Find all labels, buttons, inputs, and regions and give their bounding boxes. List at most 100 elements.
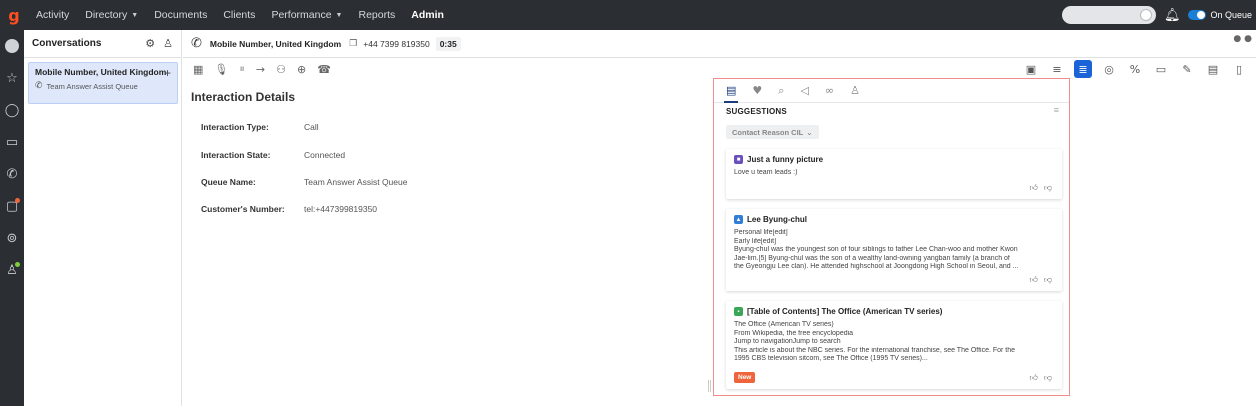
megaphone-tab-icon[interactable]: ◁	[800, 84, 808, 97]
chevron-down-icon: ▼	[131, 11, 139, 19]
support-icon[interactable]: ⊚	[0, 228, 24, 248]
suggestion-card[interactable]: ▲ Lee Byung-chul Personal life[edit] Ear…	[726, 209, 1062, 291]
thumbs-down-icon[interactable]: 👎︎	[1044, 373, 1052, 383]
thumbs-up-icon[interactable]: 👍︎	[1030, 183, 1038, 193]
resize-handle[interactable]	[708, 380, 711, 392]
topbar-right: 🔔︎ On Queue	[1061, 0, 1252, 30]
call-header: ✆ Mobile Number, United Kingdom ❐ +44 73…	[183, 30, 1256, 58]
star-icon[interactable]: ☆	[0, 68, 24, 88]
call-title: Mobile Number, United Kingdom	[209, 38, 342, 49]
assist-tabs: ▤ ♥ ⌕ ◁ ∞ ♙	[714, 79, 1069, 103]
suggestions-tab-icon[interactable]: ▤	[723, 84, 739, 103]
suggestions-header: SUGGESTIONS ≡	[714, 103, 1069, 119]
chevron-down-icon: ⌄	[806, 127, 813, 137]
detail-row: Customer's Number: tel:+447399819350	[201, 204, 378, 214]
plus-icon[interactable]: +	[164, 66, 171, 80]
script-icon[interactable]: ▣	[1022, 60, 1040, 78]
document-icon: ■	[734, 155, 743, 164]
agent-status-icon[interactable]: ♙	[0, 260, 24, 280]
dialpad-icon[interactable]: ▦	[193, 63, 203, 76]
conversations-panel: Conversations ⚙ ♙ Mobile Number, United …	[24, 30, 182, 406]
video-icon[interactable]: ▭	[0, 132, 24, 152]
app-logo[interactable]: g	[0, 0, 28, 30]
suggestion-body: Personal life[edit] Early life[edit] Byu…	[734, 229, 1019, 270]
settings-corner-icons[interactable]: ● ●	[1233, 34, 1252, 44]
main-area: ✆ Mobile Number, United Kingdom ❐ +44 73…	[183, 30, 1256, 406]
queue-toggle[interactable]	[1188, 10, 1207, 20]
bell-icon[interactable]: 🔔︎	[1164, 7, 1181, 23]
detail-row: Interaction State: Connected	[201, 150, 346, 160]
thumbs-up-icon[interactable]: 👍︎	[1030, 275, 1038, 285]
consult-icon[interactable]: ⚇	[276, 63, 286, 76]
agent-assist-panel: ▤ ♥ ⌕ ◁ ∞ ♙ SUGGESTIONS ≡ Contact Reason…	[713, 78, 1070, 396]
interaction-details-icon[interactable]: ≣	[1074, 60, 1092, 78]
right-toolbar: ▣ ≡ ≣ ◎ % ▭ ✎ ▤ ▯	[1022, 58, 1248, 80]
new-badge: New	[734, 372, 756, 383]
nav-item-reports[interactable]: Reports	[350, 0, 403, 30]
profile-tab-icon[interactable]: ♙	[850, 84, 860, 97]
edit-icon[interactable]: ✎	[1178, 60, 1196, 78]
contact-reason-dropdown[interactable]: Contact Reason CIL ⌄	[726, 125, 819, 139]
notification-dot	[15, 198, 20, 203]
feedback-icons: 👍︎ 👎︎	[1030, 373, 1053, 383]
phone-icon[interactable]: ✆	[0, 164, 24, 184]
thumbs-down-icon[interactable]: 👎︎	[1044, 183, 1052, 193]
interaction-details-title: Interaction Details	[191, 90, 296, 104]
chat-icon[interactable]: ▭	[1152, 60, 1170, 78]
conversation-card[interactable]: Mobile Number, United Kingdom + ✆ Team A…	[28, 62, 178, 104]
thumbs-up-icon[interactable]: 👍︎	[1030, 373, 1038, 383]
left-rail: ☆ ◯ ▭ ✆ ▢ ⊚ ♙	[0, 30, 24, 406]
conversation-card-title: Mobile Number, United Kingdom	[35, 67, 167, 77]
nav-item-directory[interactable]: Directory ▼	[77, 0, 146, 30]
conversations-title: Conversations	[32, 38, 102, 49]
clipboard-icon[interactable]: ▯	[1230, 60, 1248, 78]
link-tab-icon[interactable]: ∞	[825, 84, 834, 97]
suggestion-body: The Office (American TV series) From Wik…	[734, 321, 1016, 362]
suggestion-card[interactable]: ■ Just a funny picture Love u team leads…	[726, 149, 1062, 199]
suggestion-title: ■ Just a funny picture	[734, 155, 1054, 164]
feedback-icons: 👍︎ 👎︎	[1030, 183, 1053, 193]
queue-status-label: On Queue	[1210, 10, 1252, 20]
record-icon[interactable]: ⊕	[297, 63, 306, 76]
nav-item-documents[interactable]: Documents	[146, 0, 215, 30]
search-icon	[1139, 9, 1152, 21]
avatar[interactable]	[0, 36, 24, 56]
suggestion-card[interactable]: ▪ [Table of Contents] The Office (Americ…	[726, 301, 1062, 389]
transfer-icon[interactable]: →	[256, 63, 265, 76]
suggestion-body: Love u team leads :)	[734, 169, 798, 176]
gear-icon[interactable]: ⚙	[145, 37, 155, 50]
conversation-card-subtitle: ✆ Team Answer Assist Queue	[35, 81, 138, 91]
search-tab-icon[interactable]: ⌕	[778, 84, 784, 98]
calendar-icon[interactable]: ▤	[1204, 60, 1222, 78]
nav-item-activity[interactable]: Activity	[28, 0, 77, 30]
feedback-icons: 👍︎ 👎︎	[1030, 275, 1053, 285]
inbox-icon[interactable]: ▢	[0, 196, 24, 216]
favorites-tab-icon[interactable]: ♥	[752, 84, 762, 97]
end-call-icon[interactable]: ☎	[317, 63, 331, 76]
top-bar: g Activity Directory ▼ Documents Clients …	[0, 0, 1256, 30]
filter-icon[interactable]: ≡	[1054, 105, 1059, 115]
copy-icon[interactable]: ❐	[349, 39, 357, 49]
nav-item-admin[interactable]: Admin	[403, 0, 452, 30]
wrapup-icon[interactable]: %	[1126, 60, 1144, 78]
conversations-header: Conversations ⚙ ♙	[24, 30, 181, 58]
interaction-details-panel: Interaction Details Interaction Type: Cal…	[183, 80, 713, 406]
nav-item-clients[interactable]: Clients	[215, 0, 263, 30]
hold-icon[interactable]: ⏸︎	[239, 62, 245, 76]
detail-row: Queue Name: Team Answer Assist Queue	[201, 177, 408, 187]
call-timer: 0:35	[435, 36, 461, 51]
nav-item-performance[interactable]: Performance ▼	[263, 0, 350, 30]
detail-row: Interaction Type: Call	[201, 122, 319, 132]
thumbs-down-icon[interactable]: 👎︎	[1044, 275, 1052, 285]
add-participant-icon[interactable]: ♙	[163, 37, 173, 50]
chat-bubble-icon[interactable]: ◯	[0, 100, 24, 120]
microphone-icon[interactable]: 🎙︎	[214, 63, 228, 76]
conversations-header-icons: ⚙ ♙	[145, 37, 173, 50]
chevron-down-icon: ▼	[335, 11, 343, 19]
list-icon[interactable]: ≡	[1048, 60, 1066, 78]
contact-icon[interactable]: ◎	[1100, 60, 1118, 78]
search-input[interactable]	[1061, 6, 1156, 24]
call-toolbar: ▦ 🎙︎ ⏸︎ → ⚇ ⊕ ☎ ▣ ≡ ≣ ◎ % ▭ ✎ ▤ ▯	[183, 58, 1256, 80]
suggestion-title: ▲ Lee Byung-chul	[734, 215, 808, 224]
phone-icon: ✆	[191, 36, 202, 51]
